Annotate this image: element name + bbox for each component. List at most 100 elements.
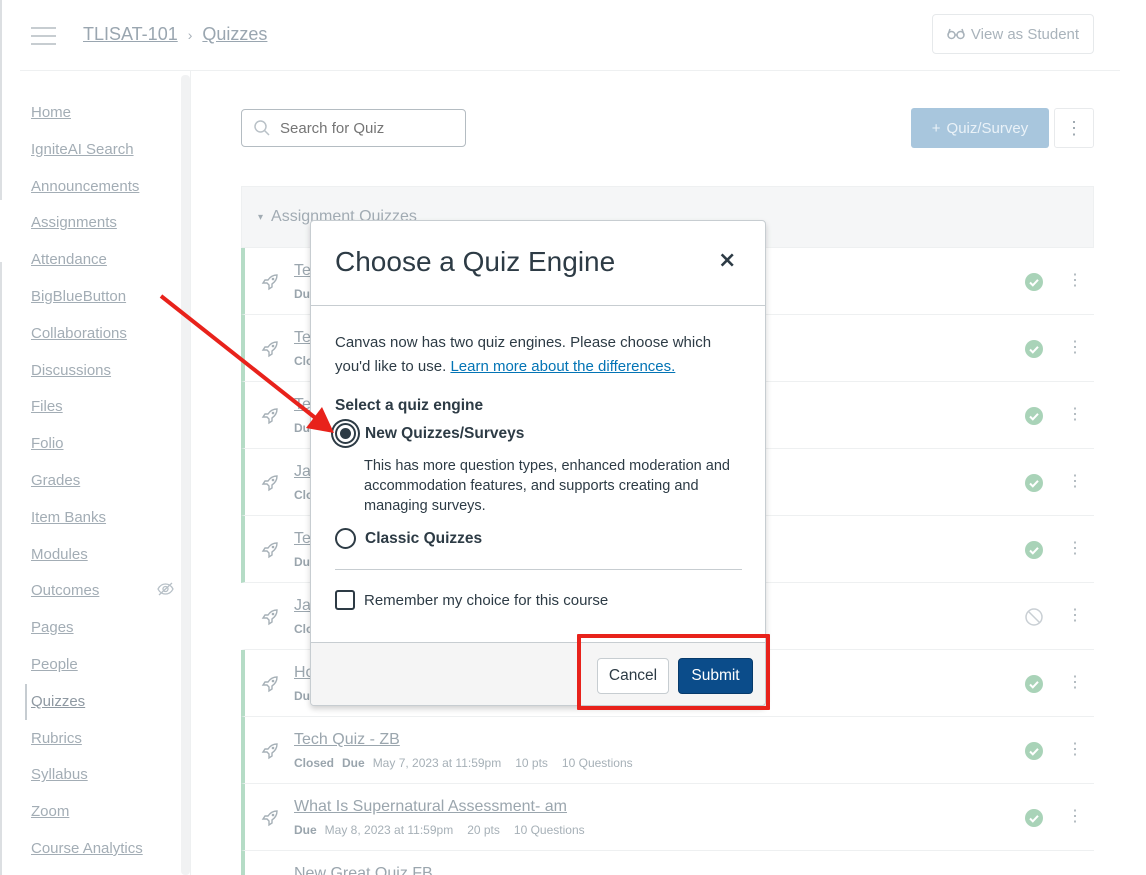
option-new-quizzes[interactable]: New Quizzes/Surveys bbox=[335, 423, 745, 444]
quiz-title[interactable]: What Is Supernatural Assessment- am bbox=[294, 798, 567, 816]
course-nav: Home IgniteAI Search Announcements Assignme… bbox=[31, 102, 143, 875]
quiz-questions: 10 Questions bbox=[513, 823, 585, 837]
quiz-row[interactable]: New Great Quiz FB⋮ bbox=[241, 851, 1094, 875]
rocket-icon bbox=[261, 676, 278, 693]
quiz-state: Du bbox=[294, 555, 310, 569]
more-options-button[interactable]: ⋮ bbox=[1054, 108, 1094, 148]
breadcrumb: TLISAT-101 › Quizzes bbox=[83, 24, 267, 45]
glasses-icon bbox=[947, 28, 965, 40]
plus-icon: + bbox=[931, 119, 941, 137]
option-classic-quizzes[interactable]: Classic Quizzes bbox=[335, 528, 745, 549]
kebab-icon[interactable]: ⋮ bbox=[1067, 740, 1083, 760]
quiz-title[interactable]: New Great Quiz FB bbox=[294, 865, 433, 875]
left-edge bbox=[0, 0, 2, 200]
kebab-icon[interactable]: ⋮ bbox=[1067, 673, 1083, 693]
search-box[interactable] bbox=[241, 109, 466, 147]
remember-checkbox[interactable] bbox=[335, 590, 355, 610]
breadcrumb-quizzes[interactable]: Quizzes bbox=[202, 24, 267, 45]
quiz-title[interactable]: Te bbox=[294, 396, 311, 414]
radio-classic-quizzes[interactable] bbox=[335, 528, 356, 549]
nav-item-grades[interactable]: Grades bbox=[31, 470, 143, 507]
quiz-row[interactable]: What Is Supernatural Assessment- am Due Ma… bbox=[241, 784, 1094, 851]
annotation-highlight-box bbox=[577, 634, 770, 710]
header-divider bbox=[20, 70, 1120, 71]
close-icon[interactable]: × bbox=[718, 248, 736, 273]
published-check-icon[interactable] bbox=[1025, 541, 1043, 559]
quiz-title[interactable]: Te bbox=[294, 329, 311, 347]
rocket-icon bbox=[261, 475, 278, 492]
nav-item-folio[interactable]: Folio bbox=[31, 433, 143, 470]
quiz-title[interactable]: Tech Quiz - ZB bbox=[294, 731, 400, 749]
nav-item-zoom[interactable]: Zoom bbox=[31, 801, 143, 838]
nav-item-home[interactable]: Home bbox=[31, 102, 143, 139]
kebab-icon[interactable]: ⋮ bbox=[1067, 338, 1083, 358]
quiz-points: 20 pts bbox=[467, 823, 500, 837]
active-indicator bbox=[25, 684, 27, 720]
published-check-icon[interactable] bbox=[1025, 273, 1043, 291]
content-divider bbox=[190, 70, 191, 875]
quiz-title[interactable]: Te bbox=[294, 262, 311, 280]
quiz-title[interactable]: Ja bbox=[294, 463, 311, 481]
nav-item-bigbluebutton[interactable]: BigBlueButton bbox=[31, 286, 143, 323]
published-check-icon[interactable] bbox=[1025, 474, 1043, 492]
add-quiz-button[interactable]: + Quiz/Survey bbox=[911, 108, 1049, 148]
published-check-icon[interactable] bbox=[1025, 809, 1043, 827]
nav-item-files[interactable]: Files bbox=[31, 396, 143, 433]
nav-item-outcomes[interactable]: Outcomes bbox=[31, 580, 143, 617]
nav-item-syllabus[interactable]: Syllabus bbox=[31, 764, 143, 801]
nav-item-course-analytics[interactable]: Course Analytics bbox=[31, 838, 143, 875]
nav-item-people[interactable]: People bbox=[31, 654, 143, 691]
kebab-icon[interactable]: ⋮ bbox=[1067, 606, 1083, 626]
add-quiz-label: Quiz/Survey bbox=[946, 119, 1029, 137]
rocket-icon bbox=[261, 274, 278, 291]
published-check-icon[interactable] bbox=[1025, 407, 1043, 425]
unpublished-icon[interactable] bbox=[1025, 608, 1043, 626]
quiz-questions: 10 Questions bbox=[561, 756, 633, 770]
view-as-student-label: View as Student bbox=[970, 25, 1080, 43]
published-check-icon[interactable] bbox=[1025, 675, 1043, 693]
kebab-icon[interactable]: ⋮ bbox=[1067, 539, 1083, 559]
quiz-meta: Closed Due May 7, 2023 at 11:59pm 10 pts 10 … bbox=[294, 756, 633, 770]
nav-item-igniteai-search[interactable]: IgniteAI Search bbox=[31, 139, 143, 176]
quiz-title[interactable]: Ja bbox=[294, 597, 311, 615]
search-input[interactable] bbox=[280, 119, 450, 137]
quiz-meta: Due May 8, 2023 at 11:59pm 20 pts 10 Questi… bbox=[294, 823, 585, 837]
kebab-icon[interactable]: ⋮ bbox=[1067, 271, 1083, 291]
nav-item-discussions[interactable]: Discussions bbox=[31, 360, 143, 397]
nav-item-item-banks[interactable]: Item Banks bbox=[31, 507, 143, 544]
nav-item-attendance[interactable]: Attendance bbox=[31, 249, 143, 286]
search-icon bbox=[254, 120, 270, 136]
menu-icon[interactable] bbox=[31, 27, 56, 45]
option-new-description: This has more question types, enhanced m… bbox=[364, 458, 730, 514]
radio-new-quizzes[interactable] bbox=[335, 423, 356, 444]
quiz-state: Du bbox=[294, 421, 310, 435]
kebab-icon[interactable]: ⋮ bbox=[1067, 807, 1083, 827]
kebab-icon[interactable]: ⋮ bbox=[1067, 472, 1083, 492]
quiz-due: May 7, 2023 at 11:59pm bbox=[372, 756, 502, 770]
remember-choice[interactable]: Remember my choice for this course bbox=[335, 590, 745, 610]
nav-item-rubrics[interactable]: Rubrics bbox=[31, 728, 143, 765]
nav-item-quizzes[interactable]: Quizzes bbox=[31, 691, 143, 728]
remember-label: Remember my choice for this course bbox=[364, 591, 609, 609]
nav-scrollbar[interactable] bbox=[181, 75, 190, 875]
nav-item-announcements[interactable]: Announcements bbox=[31, 176, 143, 213]
quiz-points: 10 pts bbox=[515, 756, 548, 770]
quiz-title[interactable]: Te bbox=[294, 530, 311, 548]
canvas-page: TLISAT-101 › Quizzes View as Student Hom… bbox=[0, 0, 1146, 875]
breadcrumb-course[interactable]: TLISAT-101 bbox=[83, 24, 178, 45]
rocket-icon bbox=[261, 542, 278, 559]
kebab-icon[interactable]: ⋮ bbox=[1067, 405, 1083, 425]
dialog-title: Choose a Quiz Engine bbox=[335, 246, 616, 277]
nav-item-assignments[interactable]: Assignments bbox=[31, 212, 143, 249]
published-check-icon[interactable] bbox=[1025, 340, 1043, 358]
quiz-row[interactable]: Tech Quiz - ZB Closed Due May 7, 2023 at 11… bbox=[241, 717, 1094, 784]
view-as-student-button[interactable]: View as Student bbox=[932, 14, 1094, 54]
nav-item-pages[interactable]: Pages bbox=[31, 617, 143, 654]
chevron-right-icon: › bbox=[187, 26, 193, 43]
rocket-icon bbox=[261, 341, 278, 358]
nav-item-collaborations[interactable]: Collaborations bbox=[31, 323, 143, 360]
published-check-icon[interactable] bbox=[1025, 742, 1043, 760]
learn-more-link[interactable]: Learn more about the differences. bbox=[450, 358, 675, 375]
nav-item-modules[interactable]: Modules bbox=[31, 544, 143, 581]
dialog-body: Canvas now has two quiz engines. Please … bbox=[335, 331, 745, 610]
